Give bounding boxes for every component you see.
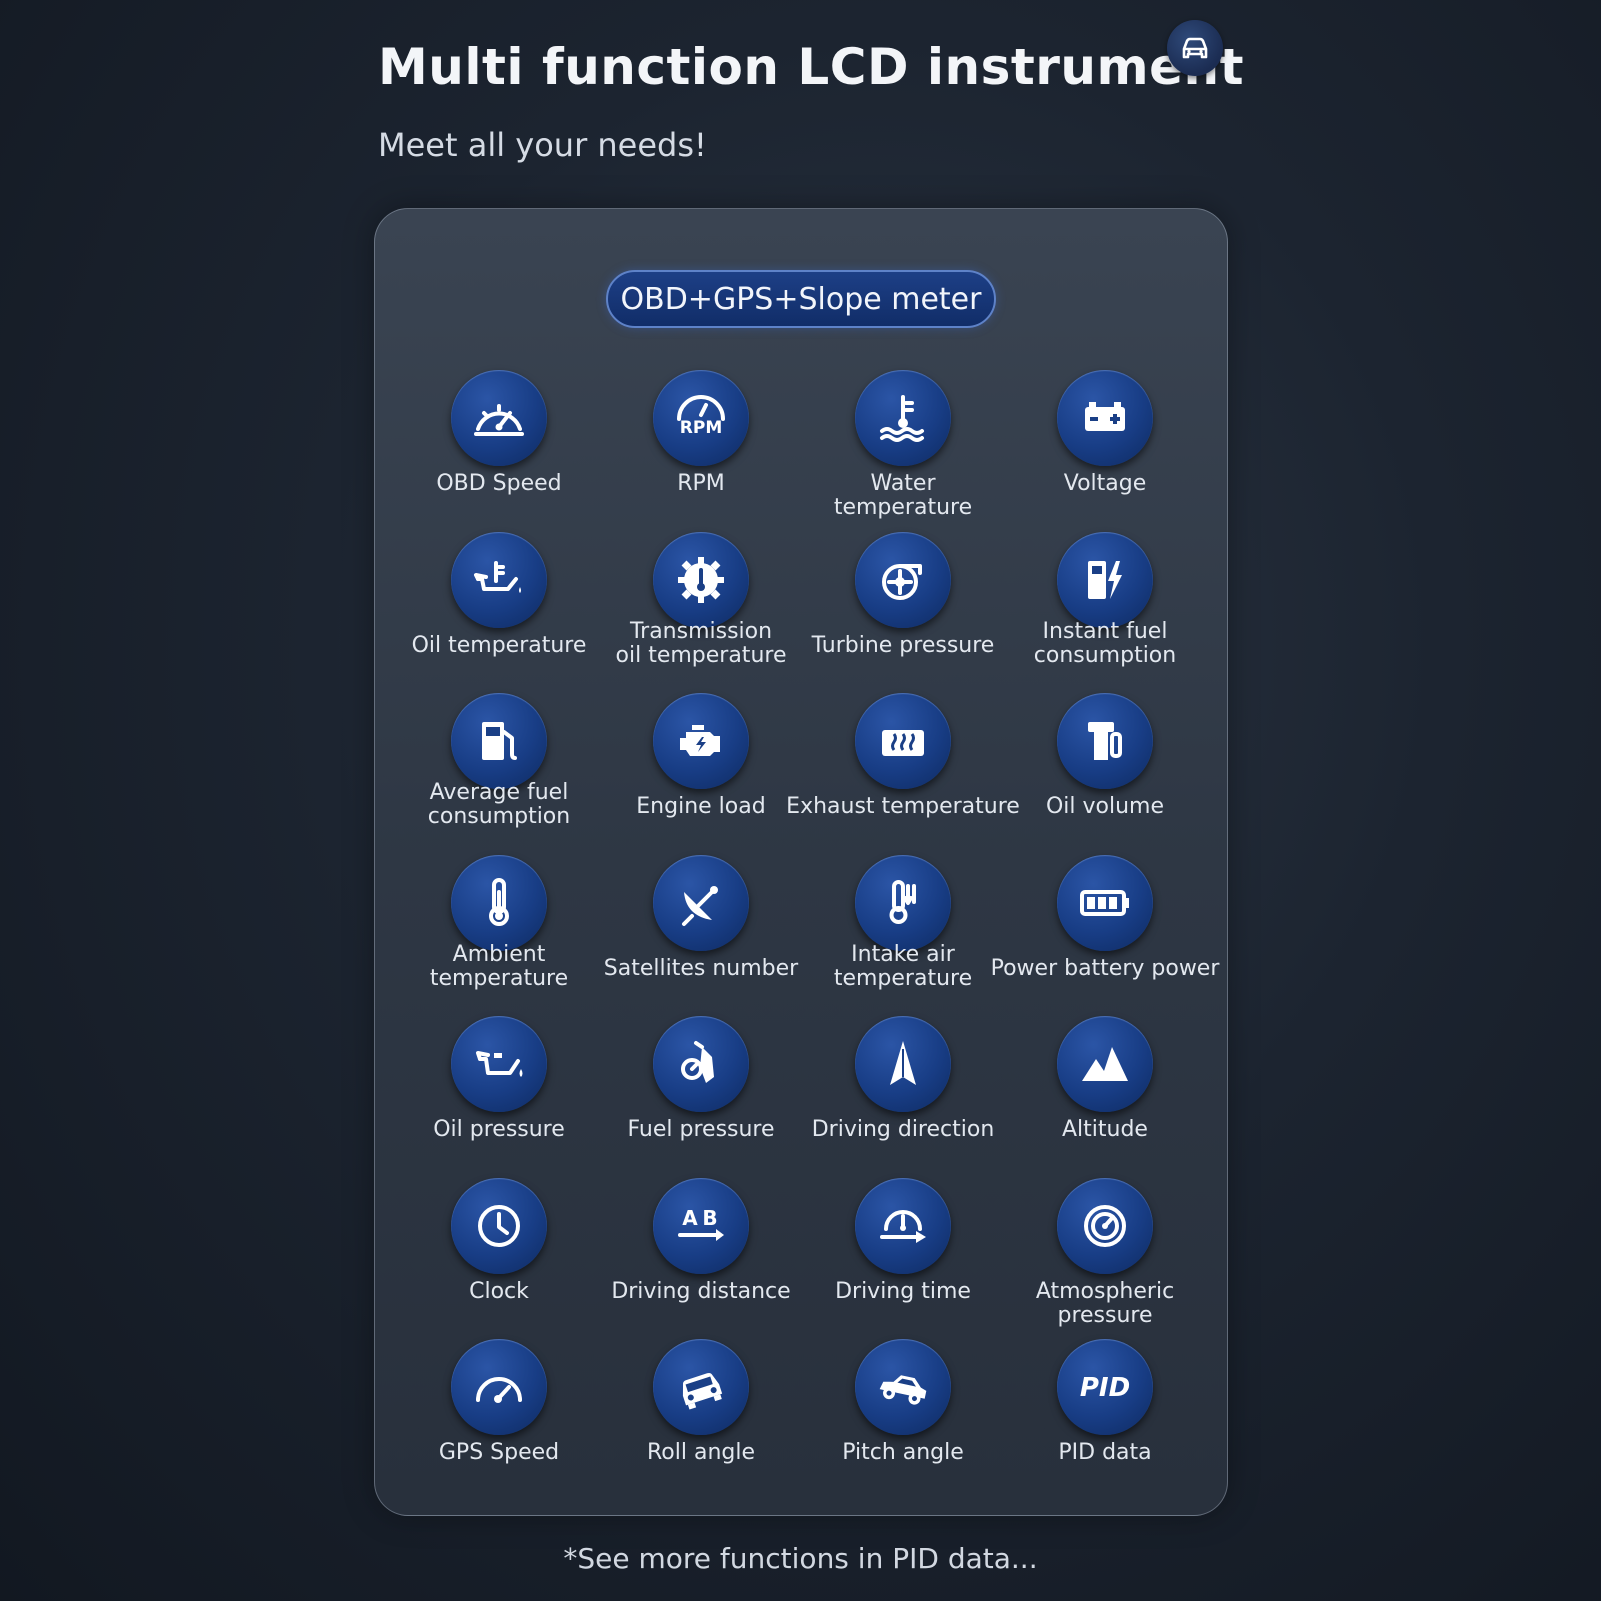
mountain-icon (1057, 1016, 1153, 1112)
functions-grid: OBD Speed RPM RPM Water temperature Volt… (398, 370, 1219, 1501)
function-item: Clock (398, 1177, 600, 1340)
function-item: Driving time (802, 1177, 1004, 1340)
page-title: Multi function LCD instrument (378, 38, 1245, 96)
svg-text:RPM: RPM (680, 418, 722, 438)
fuel-pump-lightning-icon (1057, 531, 1153, 628)
function-label: Oil temperature (411, 632, 587, 658)
car-pitch-icon (855, 1339, 951, 1435)
svg-text:A: A (682, 1206, 698, 1230)
function-label: Water temperature (833, 471, 973, 520)
battery-icon (1057, 370, 1153, 466)
function-item: Average fuel consumption (398, 693, 600, 855)
function-label: Driving time (835, 1278, 971, 1304)
function-label: OBD Speed (436, 471, 562, 496)
function-item: Power battery power (991, 854, 1219, 1017)
function-item: AB Driving distance (600, 1177, 802, 1340)
speedometer-icon (451, 370, 547, 466)
function-label: Power battery power (990, 955, 1220, 981)
function-label: Oil pressure (433, 1117, 565, 1142)
function-item: GPS Speed (398, 1339, 600, 1501)
fuel-pump-icon (451, 693, 547, 789)
barometer-icon (1057, 1177, 1153, 1274)
function-item: Driving direction (802, 1016, 1004, 1178)
function-label: Pitch angle (842, 1440, 964, 1465)
function-item: Voltage (1004, 370, 1206, 532)
function-item: Oil temperature (398, 531, 600, 694)
function-label: PID data (1058, 1440, 1152, 1465)
function-label: Driving distance (611, 1278, 791, 1304)
oil-tank-icon (1057, 693, 1153, 789)
function-item: Satellites number (600, 854, 802, 1017)
battery-level-icon (1057, 854, 1153, 951)
function-label: Roll angle (646, 1440, 755, 1465)
clock-icon (451, 1177, 547, 1274)
function-label: Oil volume (1045, 794, 1165, 819)
rpm-gauge-icon: RPM (653, 370, 749, 466)
function-item: Instant fuel consumption (1004, 531, 1206, 694)
function-label: Average fuel consumption (427, 780, 571, 829)
function-item: Atmospheric pressure (1004, 1177, 1206, 1340)
satellite-dish-icon (653, 854, 749, 951)
mode-badge: OBD+GPS+Slope meter (606, 270, 996, 328)
function-label: Satellites number (603, 955, 799, 981)
function-label: GPS Speed (438, 1440, 560, 1465)
oil-can-temperature-icon (451, 531, 547, 628)
engine-icon (653, 693, 749, 789)
function-item: Roll angle (600, 1339, 802, 1501)
function-item: Altitude (1004, 1016, 1206, 1178)
function-item: Turbine pressure (802, 531, 1004, 694)
function-label: Voltage (1063, 471, 1147, 496)
svg-text:B: B (702, 1206, 717, 1230)
function-label: Intake air temperature (833, 941, 973, 991)
svg-text:PID: PID (1080, 1373, 1130, 1403)
function-label: Clock (469, 1278, 529, 1304)
function-label: Atmospheric pressure (1035, 1278, 1175, 1328)
function-label: Driving direction (811, 1117, 995, 1142)
function-label: Fuel pressure (627, 1117, 775, 1142)
function-label: Ambient temperature (429, 941, 569, 991)
turbo-icon (855, 531, 951, 628)
function-item: Exhaust temperature (786, 693, 1020, 855)
function-label: RPM (677, 471, 725, 496)
fuel-nozzle-icon (653, 1016, 749, 1112)
function-item: PID PID data (1004, 1339, 1206, 1501)
function-item: Oil pressure (398, 1016, 600, 1178)
pid-icon: PID (1057, 1339, 1153, 1435)
function-item: Oil volume (1004, 693, 1206, 855)
function-label: Instant fuel consumption (1033, 618, 1177, 668)
function-item: Ambient temperature (398, 854, 600, 1017)
function-item: Intake air temperature (802, 854, 1004, 1017)
function-label: Altitude (1062, 1117, 1148, 1142)
function-label: Transmission oil temperature (615, 618, 787, 668)
intake-air-temperature-icon (855, 854, 951, 951)
gear-thermometer-icon (653, 531, 749, 628)
coolant-temperature-icon (855, 370, 951, 466)
oil-can-icon (451, 1016, 547, 1112)
compass-arrow-icon (855, 1016, 951, 1112)
thermometer-icon (451, 854, 547, 951)
function-item: Transmission oil temperature (600, 531, 802, 694)
car-icon (1167, 20, 1223, 76)
exhaust-heat-icon (855, 693, 951, 789)
function-item: OBD Speed (398, 370, 600, 532)
function-item: RPM RPM (600, 370, 802, 532)
footer-note: *See more functions in PID data... (563, 1542, 1038, 1575)
car-roll-icon (653, 1339, 749, 1435)
page-subtitle: Meet all your needs! (378, 126, 707, 164)
driving-time-icon (855, 1177, 951, 1274)
function-item: Fuel pressure (600, 1016, 802, 1178)
function-item: Water temperature (802, 370, 1004, 532)
gps-speedometer-icon (451, 1339, 547, 1435)
function-item: Pitch angle (802, 1339, 1004, 1501)
function-label: Turbine pressure (811, 632, 995, 658)
function-item: Engine load (600, 693, 802, 855)
distance-ab-icon: AB (653, 1177, 749, 1274)
function-label: Engine load (636, 794, 766, 819)
function-label: Exhaust temperature (786, 794, 1020, 819)
